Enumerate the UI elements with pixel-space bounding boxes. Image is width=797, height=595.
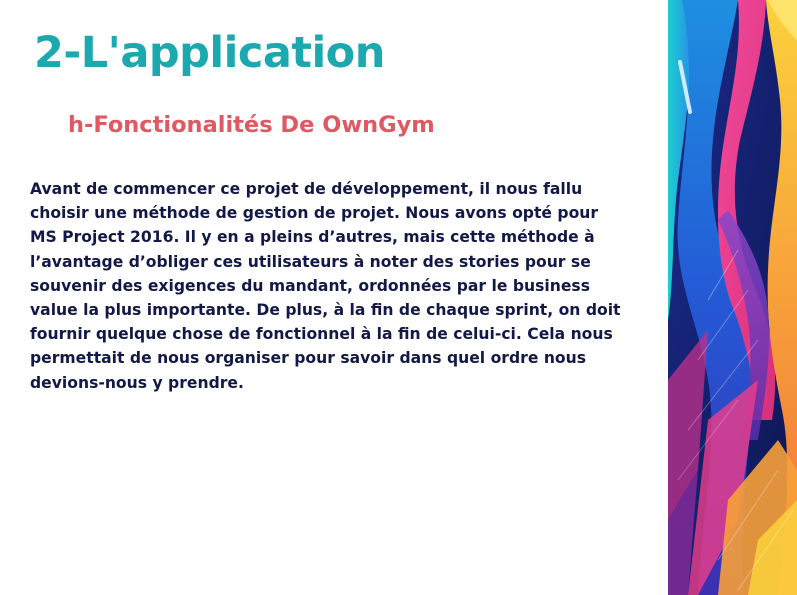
slide-title: 2-L'application xyxy=(34,28,385,78)
slide-body-text: Avant de commencer ce projet de développ… xyxy=(30,180,621,392)
slide-subtitle: h-Fonctionalités De OwnGym xyxy=(68,112,435,138)
decorative-abstract-art xyxy=(668,0,797,595)
slide: 2-L'application h-Fonctionalités De OwnG… xyxy=(0,0,797,595)
